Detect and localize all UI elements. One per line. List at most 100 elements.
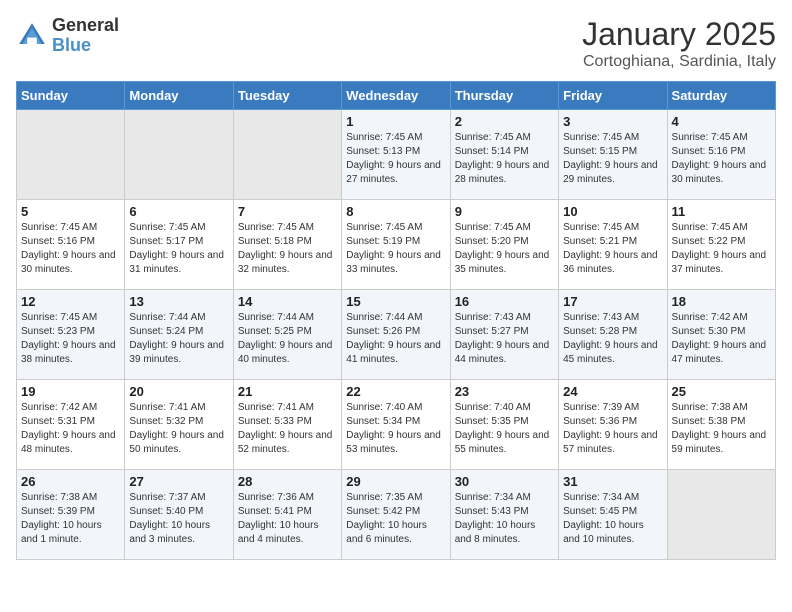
day-header: Saturday — [667, 82, 775, 110]
calendar-week-row: 19 Sunrise: 7:42 AM Sunset: 5:31 PM Dayli… — [17, 380, 776, 470]
calendar-table: SundayMondayTuesdayWednesdayThursdayFrid… — [16, 81, 776, 560]
calendar-cell: 22 Sunrise: 7:40 AM Sunset: 5:34 PM Dayli… — [342, 380, 450, 470]
calendar-cell: 17Sunrise: 7:43 AM Sunset: 5:28 PM Dayli… — [559, 290, 667, 380]
day-number: 9 — [455, 204, 554, 219]
logo-icon — [16, 20, 48, 52]
day-info: Sunrise: 7:42 AM Sunset: 5:31 PM Dayligh… — [21, 401, 120, 457]
day-header: Monday — [125, 82, 233, 110]
calendar-cell: 6 Sunrise: 7:45 AM Sunset: 5:17 PM Daylig… — [125, 200, 233, 290]
calendar-cell: 3 Sunrise: 7:45 AM Sunset: 5:15 PM Daylig… — [559, 110, 667, 200]
day-number: 1 — [346, 114, 445, 129]
logo-line1: General — [52, 16, 119, 36]
calendar-cell: 2 Sunrise: 7:45 AM Sunset: 5:14 PM Daylig… — [450, 110, 558, 200]
day-info: Sunrise: 7:41 AM Sunset: 5:32 PM Dayligh… — [129, 401, 228, 457]
calendar-cell: 27Sunrise: 7:37 AM Sunset: 5:40 PM Dayli… — [125, 470, 233, 560]
day-number: 5 — [21, 204, 120, 219]
day-header: Tuesday — [233, 82, 341, 110]
day-header: Sunday — [17, 82, 125, 110]
day-info: Sunrise: 7:44 AM Sunset: 5:25 PM Dayligh… — [238, 311, 337, 367]
calendar-cell — [125, 110, 233, 200]
day-number: 20 — [129, 384, 228, 399]
calendar-cell: 15Sunrise: 7:44 AM Sunset: 5:26 PM Dayli… — [342, 290, 450, 380]
day-info: Sunrise: 7:45 AM Sunset: 5:21 PM Dayligh… — [563, 221, 662, 277]
day-info: Sunrise: 7:45 AM Sunset: 5:19 PM Dayligh… — [346, 221, 445, 277]
calendar-cell: 10 Sunrise: 7:45 AM Sunset: 5:21 PM Dayli… — [559, 200, 667, 290]
day-header: Thursday — [450, 82, 558, 110]
day-header: Wednesday — [342, 82, 450, 110]
day-info: Sunrise: 7:41 AM Sunset: 5:33 PM Dayligh… — [238, 401, 337, 457]
calendar-cell: 16 Sunrise: 7:43 AM Sunset: 5:27 PM Dayli… — [450, 290, 558, 380]
day-info: Sunrise: 7:35 AM Sunset: 5:42 PM Dayligh… — [346, 491, 445, 547]
day-number: 6 — [129, 204, 228, 219]
day-info: Sunrise: 7:44 AM Sunset: 5:24 PM Dayligh… — [129, 311, 228, 367]
day-number: 28 — [238, 474, 337, 489]
day-info: Sunrise: 7:43 AM Sunset: 5:27 PM Dayligh… — [455, 311, 554, 367]
day-info: Sunrise: 7:40 AM Sunset: 5:35 PM Dayligh… — [455, 401, 554, 457]
day-number: 2 — [455, 114, 554, 129]
day-number: 11 — [672, 204, 771, 219]
day-number: 14 — [238, 294, 337, 309]
day-number: 29 — [346, 474, 445, 489]
day-header: Friday — [559, 82, 667, 110]
calendar-cell — [667, 470, 775, 560]
day-info: Sunrise: 7:38 AM Sunset: 5:38 PM Dayligh… — [672, 401, 771, 457]
day-info: Sunrise: 7:45 AM Sunset: 5:13 PM Dayligh… — [346, 131, 445, 187]
calendar-cell — [233, 110, 341, 200]
calendar-cell: 31 Sunrise: 7:34 AM Sunset: 5:45 PM Dayli… — [559, 470, 667, 560]
day-number: 24 — [563, 384, 662, 399]
day-info: Sunrise: 7:45 AM Sunset: 5:15 PM Dayligh… — [563, 131, 662, 187]
day-number: 12 — [21, 294, 120, 309]
header: General Blue January 2025 Cortoghiana, S… — [16, 16, 776, 71]
calendar-week-row: 26 Sunrise: 7:38 AM Sunset: 5:39 PM Dayli… — [17, 470, 776, 560]
calendar-cell: 29 Sunrise: 7:35 AM Sunset: 5:42 PM Dayli… — [342, 470, 450, 560]
day-number: 31 — [563, 474, 662, 489]
day-info: Sunrise: 7:43 AM Sunset: 5:28 PM Dayligh… — [563, 311, 662, 367]
calendar-week-row: 12 Sunrise: 7:45 AM Sunset: 5:23 PM Dayli… — [17, 290, 776, 380]
month-title: January 2025 — [582, 16, 776, 53]
day-info: Sunrise: 7:45 AM Sunset: 5:17 PM Dayligh… — [129, 221, 228, 277]
day-number: 19 — [21, 384, 120, 399]
calendar-cell: 28Sunrise: 7:36 AM Sunset: 5:41 PM Dayli… — [233, 470, 341, 560]
day-info: Sunrise: 7:42 AM Sunset: 5:30 PM Dayligh… — [672, 311, 771, 367]
day-number: 16 — [455, 294, 554, 309]
day-number: 23 — [455, 384, 554, 399]
day-number: 25 — [672, 384, 771, 399]
day-info: Sunrise: 7:39 AM Sunset: 5:36 PM Dayligh… — [563, 401, 662, 457]
calendar-cell: 19 Sunrise: 7:42 AM Sunset: 5:31 PM Dayli… — [17, 380, 125, 470]
calendar-cell: 8 Sunrise: 7:45 AM Sunset: 5:19 PM Daylig… — [342, 200, 450, 290]
calendar-cell: 30 Sunrise: 7:34 AM Sunset: 5:43 PM Dayli… — [450, 470, 558, 560]
day-number: 21 — [238, 384, 337, 399]
day-info: Sunrise: 7:44 AM Sunset: 5:26 PM Dayligh… — [346, 311, 445, 367]
day-number: 22 — [346, 384, 445, 399]
day-info: Sunrise: 7:45 AM Sunset: 5:20 PM Dayligh… — [455, 221, 554, 277]
day-info: Sunrise: 7:45 AM Sunset: 5:23 PM Dayligh… — [21, 311, 120, 367]
calendar-cell — [17, 110, 125, 200]
calendar-header-row: SundayMondayTuesdayWednesdayThursdayFrid… — [17, 82, 776, 110]
day-number: 13 — [129, 294, 228, 309]
calendar-cell: 13 Sunrise: 7:44 AM Sunset: 5:24 PM Dayli… — [125, 290, 233, 380]
day-info: Sunrise: 7:45 AM Sunset: 5:14 PM Dayligh… — [455, 131, 554, 187]
day-info: Sunrise: 7:34 AM Sunset: 5:43 PM Dayligh… — [455, 491, 554, 547]
calendar-cell: 1 Sunrise: 7:45 AM Sunset: 5:13 PM Daylig… — [342, 110, 450, 200]
day-info: Sunrise: 7:45 AM Sunset: 5:16 PM Dayligh… — [21, 221, 120, 277]
day-info: Sunrise: 7:40 AM Sunset: 5:34 PM Dayligh… — [346, 401, 445, 457]
day-info: Sunrise: 7:45 AM Sunset: 5:18 PM Dayligh… — [238, 221, 337, 277]
title-block: January 2025 Cortoghiana, Sardinia, Ital… — [582, 16, 776, 71]
calendar-cell: 20 Sunrise: 7:41 AM Sunset: 5:32 PM Dayli… — [125, 380, 233, 470]
day-info: Sunrise: 7:38 AM Sunset: 5:39 PM Dayligh… — [21, 491, 120, 547]
day-number: 30 — [455, 474, 554, 489]
calendar-cell: 4 Sunrise: 7:45 AM Sunset: 5:16 PM Daylig… — [667, 110, 775, 200]
day-info: Sunrise: 7:45 AM Sunset: 5:16 PM Dayligh… — [672, 131, 771, 187]
day-number: 3 — [563, 114, 662, 129]
day-number: 27 — [129, 474, 228, 489]
day-number: 26 — [21, 474, 120, 489]
location-title: Cortoghiana, Sardinia, Italy — [582, 53, 776, 71]
day-info: Sunrise: 7:45 AM Sunset: 5:22 PM Dayligh… — [672, 221, 771, 277]
day-number: 4 — [672, 114, 771, 129]
day-info: Sunrise: 7:34 AM Sunset: 5:45 PM Dayligh… — [563, 491, 662, 547]
calendar-cell: 9 Sunrise: 7:45 AM Sunset: 5:20 PM Daylig… — [450, 200, 558, 290]
calendar-cell: 24 Sunrise: 7:39 AM Sunset: 5:36 PM Dayli… — [559, 380, 667, 470]
calendar-cell: 21 Sunrise: 7:41 AM Sunset: 5:33 PM Dayli… — [233, 380, 341, 470]
day-number: 8 — [346, 204, 445, 219]
day-number: 10 — [563, 204, 662, 219]
